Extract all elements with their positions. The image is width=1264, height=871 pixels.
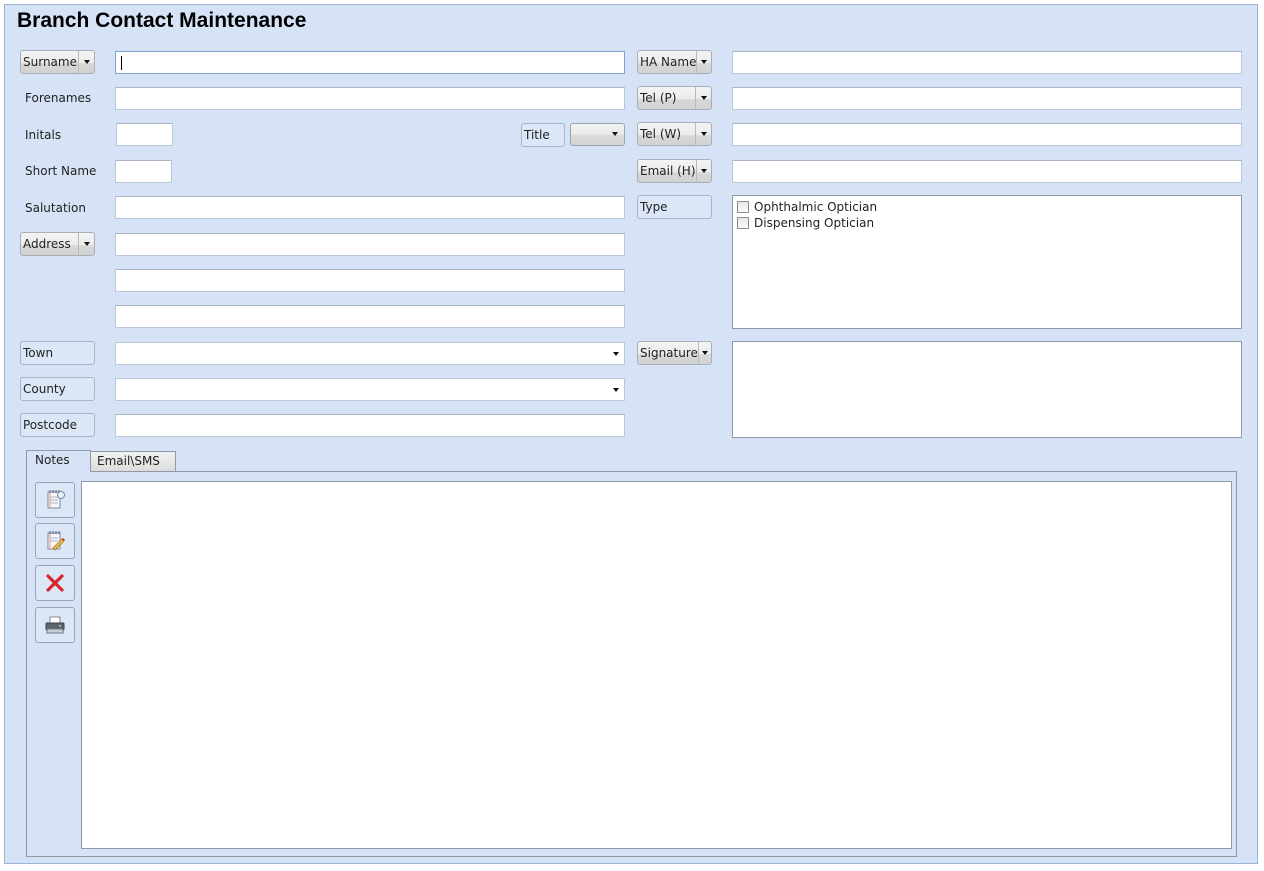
tel-w-label: Tel (W) xyxy=(640,127,682,141)
surname-label: Surname xyxy=(23,55,77,69)
chevron-down-icon xyxy=(695,160,712,182)
checkbox[interactable] xyxy=(737,201,749,213)
email-h-label: Email (H) xyxy=(640,164,696,178)
initials-label: Initals xyxy=(25,128,62,142)
printer-icon xyxy=(45,616,65,634)
initials-input[interactable] xyxy=(116,123,173,146)
county-label: County xyxy=(20,377,95,401)
signature-box[interactable] xyxy=(732,341,1242,438)
address-dropdown-button[interactable]: Address xyxy=(20,232,95,256)
edit-note-icon xyxy=(47,531,65,551)
forenames-input[interactable] xyxy=(115,87,625,110)
ha-name-input[interactable] xyxy=(732,51,1242,74)
forenames-label: Forenames xyxy=(25,91,92,105)
address-line-3-input[interactable] xyxy=(115,305,625,328)
address-label: Address xyxy=(23,237,71,251)
chevron-down-icon xyxy=(612,132,618,136)
town-select[interactable] xyxy=(115,342,625,365)
surname-input[interactable] xyxy=(115,51,625,74)
title-label: Title xyxy=(521,123,565,147)
email-h-input[interactable] xyxy=(732,160,1242,183)
tab-email-sms[interactable]: Email\SMS xyxy=(90,451,176,472)
surname-dropdown-button[interactable]: Surname xyxy=(20,50,95,74)
signature-label: Signature xyxy=(640,346,698,360)
signature-dropdown-button[interactable]: Signature xyxy=(637,341,712,365)
ha-name-dropdown-button[interactable]: HA Name xyxy=(637,50,712,74)
chevron-down-icon xyxy=(613,388,619,392)
tel-p-dropdown-button[interactable]: Tel (P) xyxy=(637,86,712,110)
delete-icon xyxy=(46,574,64,592)
tel-w-input[interactable] xyxy=(732,123,1242,146)
postcode-input[interactable] xyxy=(115,414,625,437)
type-label: Type xyxy=(637,195,712,219)
chevron-down-icon xyxy=(78,233,94,255)
salutation-input[interactable] xyxy=(115,196,625,219)
edit-note-button[interactable] xyxy=(35,523,75,559)
new-note-button[interactable] xyxy=(35,482,75,518)
chevron-down-icon xyxy=(613,352,619,356)
chevron-down-icon xyxy=(695,87,711,109)
type-checklist: Ophthalmic Optician Dispensing Optician xyxy=(732,195,1242,329)
type-option-label: Dispensing Optician xyxy=(754,216,875,230)
county-select[interactable] xyxy=(115,378,625,401)
town-label: Town xyxy=(20,341,95,365)
type-option-label: Ophthalmic Optician xyxy=(754,200,878,214)
new-note-icon xyxy=(47,490,65,509)
tab-notes[interactable]: Notes xyxy=(26,450,91,472)
title-select[interactable] xyxy=(570,123,625,146)
type-option-dispensing[interactable]: Dispensing Optician xyxy=(737,216,874,230)
checkbox[interactable] xyxy=(737,217,749,229)
ha-name-label: HA Name xyxy=(640,55,697,69)
address-line-1-input[interactable] xyxy=(115,233,625,256)
delete-note-button[interactable] xyxy=(35,565,75,601)
email-h-dropdown-button[interactable]: Email (H) xyxy=(637,159,712,183)
text-caret xyxy=(121,56,122,70)
chevron-down-icon xyxy=(696,51,711,73)
salutation-label: Salutation xyxy=(25,201,86,215)
chevron-down-icon xyxy=(78,51,94,73)
print-note-button[interactable] xyxy=(35,607,75,643)
type-option-ophthalmic[interactable]: Ophthalmic Optician xyxy=(737,200,877,214)
tel-p-label: Tel (P) xyxy=(640,91,677,105)
chevron-down-icon xyxy=(697,342,711,364)
chevron-down-icon xyxy=(695,123,711,145)
postcode-label: Postcode xyxy=(20,413,95,437)
tel-w-dropdown-button[interactable]: Tel (W) xyxy=(637,122,712,146)
tel-p-input[interactable] xyxy=(732,87,1242,110)
address-line-2-input[interactable] xyxy=(115,269,625,292)
notes-textarea[interactable] xyxy=(81,481,1232,849)
short-name-input[interactable] xyxy=(115,160,172,183)
short-name-label: Short Name xyxy=(25,164,97,178)
page-title: Branch Contact Maintenance xyxy=(17,9,307,32)
